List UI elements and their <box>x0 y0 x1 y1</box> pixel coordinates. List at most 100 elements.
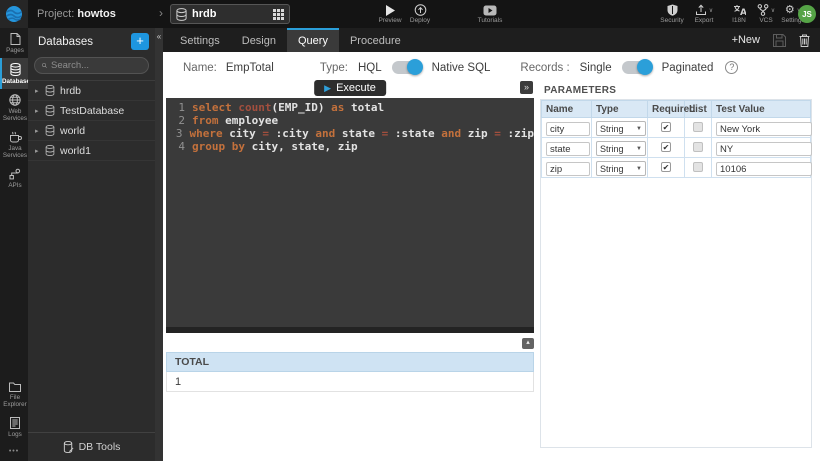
expand-params-button[interactable]: » <box>520 81 533 94</box>
param-name-input[interactable] <box>546 162 590 176</box>
user-avatar[interactable]: JS <box>798 5 816 23</box>
db-tools-icon <box>63 441 74 453</box>
type-on-label: Native SQL <box>432 62 491 74</box>
list-checkbox[interactable] <box>693 122 703 132</box>
panel-title: Databases <box>38 36 131 48</box>
caret-down-icon: ▼ <box>636 126 642 132</box>
tree-item-world[interactable]: ▸ world <box>28 121 155 141</box>
line-number: 2 <box>166 114 192 127</box>
rail-item-apis[interactable]: APIs <box>0 163 28 193</box>
database-tree: ▸ hrdb ▸ TestDatabase ▸ world ▸ world1 <box>28 80 155 432</box>
line-number: 4 <box>166 140 192 153</box>
db-tools-button[interactable]: DB Tools <box>28 432 155 461</box>
required-checkbox[interactable]: ✔ <box>661 122 671 132</box>
collapse-results-button[interactable]: ▴ <box>522 338 534 349</box>
query-content: Name: EmpTotal Type: HQL Native SQL Reco… <box>163 52 820 461</box>
export-button[interactable]: ∨ Export <box>687 4 721 24</box>
caret-down-icon: ▼ <box>636 166 642 172</box>
project-breadcrumb: Project: howtos <box>37 8 116 20</box>
records-off-label: Single <box>580 62 612 74</box>
search-icon <box>42 61 47 70</box>
delete-icon[interactable] <box>799 34 810 47</box>
play-icon: ▶ <box>324 83 331 94</box>
rail-item-databases[interactable]: Databases <box>0 58 28 89</box>
search-input[interactable] <box>51 60 141 71</box>
export-icon <box>695 4 707 16</box>
tab-procedure[interactable]: Procedure <box>339 28 412 52</box>
records-label: Records : <box>520 62 569 74</box>
editor-scrollbar[interactable] <box>166 327 534 333</box>
shield-icon <box>655 4 689 16</box>
rail-item-web-services[interactable]: Web Services <box>0 89 28 126</box>
expand-chevron-icon[interactable]: ▸ <box>35 87 45 95</box>
sql-editor[interactable]: 1 select count(EMP_ID) as total 2 from e… <box>166 98 534 333</box>
tutorials-button[interactable]: Tutorials <box>472 4 508 24</box>
param-row-city: String▼ ✔ <box>542 118 811 138</box>
result-table: TOTAL 1 <box>166 352 534 392</box>
tab-query[interactable]: Query <box>287 28 339 52</box>
col-header-type: Type <box>592 101 648 118</box>
tab-bar: Settings Design Query Procedure +New <box>163 28 820 52</box>
i18n-button[interactable]: A I18N <box>726 4 752 24</box>
tree-item-world1[interactable]: ▸ world1 <box>28 141 155 161</box>
records-on-label: Paginated <box>662 62 714 74</box>
required-checkbox[interactable]: ✔ <box>661 142 671 152</box>
caret-down-icon: ∨ <box>709 7 713 14</box>
globe-icon <box>2 94 28 106</box>
tab-settings[interactable]: Settings <box>169 28 231 52</box>
wavemaker-logo <box>0 0 28 28</box>
new-query-button[interactable]: +New <box>732 34 760 46</box>
rail-item-pages[interactable]: Pages <box>0 28 28 58</box>
logo-icon <box>5 5 23 23</box>
rail-item-logs[interactable]: Logs <box>0 412 28 442</box>
list-checkbox[interactable] <box>693 162 703 172</box>
parameters-panel: Name Type Required List Test Value Strin… <box>540 99 812 448</box>
col-header-required: Required <box>648 101 685 118</box>
param-row-zip: String▼ ✔ <box>542 158 811 178</box>
rail-item-file-explorer[interactable]: File Explorer <box>0 377 28 412</box>
database-icon <box>45 145 55 156</box>
database-icon <box>45 125 55 136</box>
collapse-panel-button[interactable]: « <box>155 32 163 41</box>
param-type-select[interactable]: String▼ <box>596 141 646 156</box>
deploy-button[interactable]: Deploy <box>404 4 436 24</box>
save-icon[interactable] <box>773 34 786 47</box>
col-header-test-value: Test Value <box>712 101 811 118</box>
left-rail: Pages Databases Web Services Java Servic… <box>0 28 28 461</box>
query-name-value[interactable]: EmpTotal <box>226 62 274 74</box>
list-checkbox[interactable] <box>693 142 703 152</box>
test-value-input[interactable] <box>716 162 812 176</box>
editor-line: 1 select count(EMP_ID) as total <box>166 101 534 114</box>
param-name-input[interactable] <box>546 142 590 156</box>
tree-item-testdatabase[interactable]: ▸ TestDatabase <box>28 101 155 121</box>
tab-design[interactable]: Design <box>231 28 287 52</box>
test-value-input[interactable] <box>716 142 812 156</box>
database-search[interactable] <box>34 57 149 74</box>
execute-button[interactable]: ▶ Execute <box>314 80 386 96</box>
grid-icon <box>273 9 284 20</box>
required-checkbox[interactable]: ✔ <box>661 162 671 172</box>
param-name-input[interactable] <box>546 122 590 136</box>
expand-chevron-icon[interactable]: ▸ <box>35 147 45 155</box>
security-button[interactable]: Security <box>655 4 689 24</box>
result-header: TOTAL <box>166 352 534 372</box>
param-type-select[interactable]: String▼ <box>596 121 646 136</box>
expand-chevron-icon[interactable]: ▸ <box>35 107 45 115</box>
test-value-input[interactable] <box>716 122 812 136</box>
project-label: Project: <box>37 8 74 20</box>
expand-chevron-icon[interactable]: ▸ <box>35 127 45 135</box>
tree-item-hrdb[interactable]: ▸ hrdb <box>28 81 155 101</box>
video-icon <box>472 4 508 16</box>
database-selector[interactable]: hrdb <box>170 4 290 24</box>
type-toggle[interactable] <box>392 61 422 74</box>
top-bar: Project: howtos › hrdb Preview Deploy Tu… <box>0 0 820 28</box>
rail-more-button[interactable]: ••• <box>0 442 28 461</box>
preview-button[interactable]: Preview <box>376 4 404 24</box>
add-database-button[interactable]: + <box>131 33 149 50</box>
col-header-name: Name <box>542 101 592 118</box>
help-icon[interactable]: ? <box>725 61 738 74</box>
deploy-cloud-icon <box>404 4 436 16</box>
rail-item-java-services[interactable]: Java Services <box>0 126 28 163</box>
param-type-select[interactable]: String▼ <box>596 161 646 176</box>
records-toggle[interactable] <box>622 61 652 74</box>
